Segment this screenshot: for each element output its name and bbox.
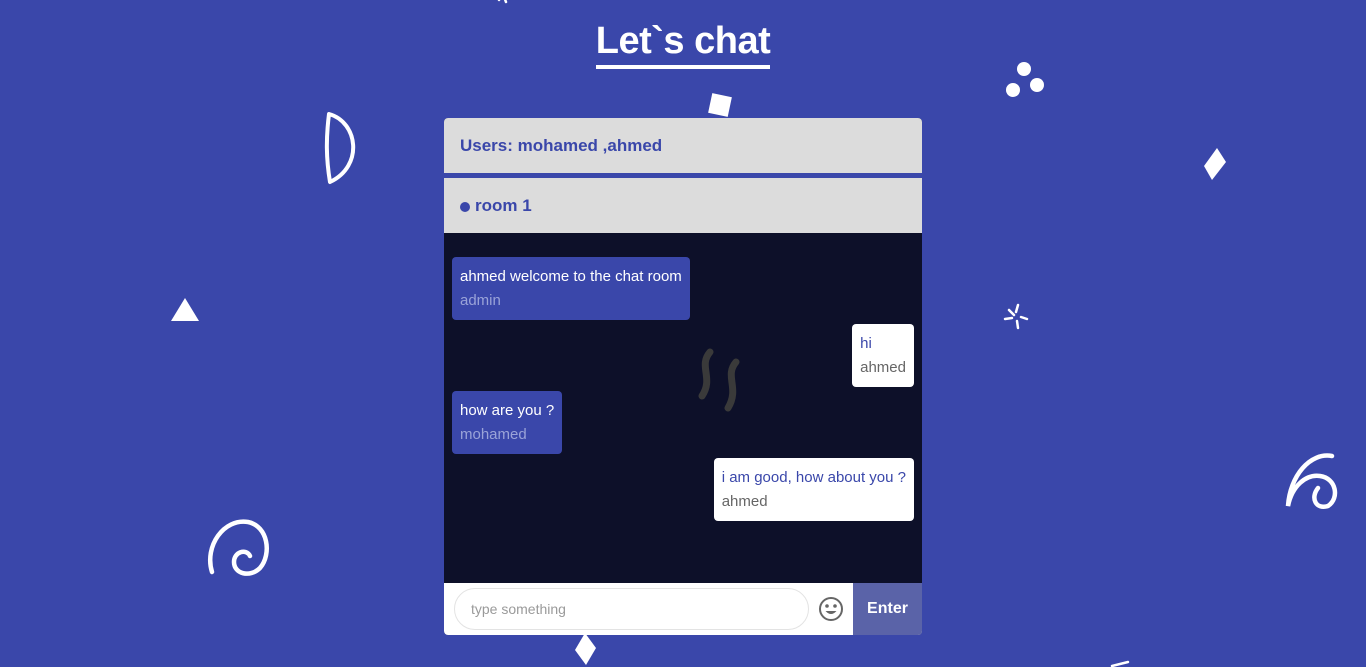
message-composer: Enter [444,583,922,635]
message-text: i am good, how about you ? [721,469,906,486]
users-header: Users: mohamed ,ahmed [444,118,922,173]
room-header: room 1 [444,178,922,233]
page: Let`s chat Users: mohamed ,ahmed room 1 … [0,0,1366,667]
room-dot-icon [460,201,470,212]
message-author: mohamed [460,426,527,443]
message-author: ahmed [860,359,906,376]
half-circle-icon [324,112,356,184]
chat-window: Users: mohamed ,ahmed room 1 ahmed welco… [444,118,922,635]
swirl-icon [1285,453,1338,510]
sparkle-icon [1003,303,1029,330]
message-bubble: i am good, how about you ? ahmed [713,458,914,521]
smiley-face-icon [819,597,843,621]
confetti-dash-icon [1110,660,1130,667]
message-input[interactable] [454,588,809,630]
triangle-icon [171,298,199,321]
diamond-icon [1204,148,1226,180]
message-author: ahmed [721,493,768,510]
users-label: Users: mohamed ,ahmed [460,135,663,155]
typing-indicator-icon [698,348,740,412]
message-author: admin [460,292,501,309]
diamond-icon [575,633,596,665]
page-title-text: Let`s chat [595,18,771,69]
message-bubble: hi ahmed [852,324,914,387]
emoji-button[interactable] [809,583,853,635]
message-list: ahmed welcome to the chat room admin hi … [444,233,922,583]
room-label: room 1 [475,195,532,215]
message-text: how are you ? [460,402,555,419]
message-bubble: ahmed welcome to the chat room admin [452,257,690,320]
message-text: hi [860,335,872,352]
square-icon [708,93,732,117]
spiral-icon [208,519,269,576]
page-title: Let`s chat [0,18,1366,69]
enter-button[interactable]: Enter [853,583,922,635]
confetti-dash-icon [497,0,508,4]
message-text: ahmed welcome to the chat room [460,268,682,285]
message-bubble: how are you ? mohamed [452,391,563,454]
